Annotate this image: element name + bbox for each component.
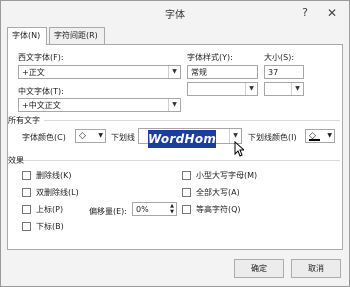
underline-label: 下划线 bbox=[111, 133, 135, 142]
font-style-label: 字体样式(Y): bbox=[187, 53, 233, 62]
help-button[interactable]: ? bbox=[296, 5, 314, 21]
chevron-down-icon[interactable]: ▼ bbox=[168, 99, 180, 111]
font-dialog: 字体 ? ✕ 字体(N) 字符间距(R) 西文字体(F): 字体样式(Y): 大… bbox=[0, 0, 350, 287]
underline-color-label: 下划线颜色(I) bbox=[248, 133, 297, 142]
chinese-font-combo[interactable]: +中文正文 ▼ bbox=[18, 98, 181, 112]
font-style-input[interactable]: 常规 bbox=[187, 65, 258, 79]
chevron-down-icon: ▼ bbox=[327, 132, 332, 139]
font-size-input[interactable]: 37 bbox=[264, 65, 304, 79]
font-color-button[interactable]: ◇ ▼ bbox=[75, 129, 106, 143]
font-style-list[interactable]: ▼ bbox=[187, 82, 258, 96]
font-color-label: 字体颜色(C) bbox=[22, 133, 66, 142]
checkbox-box[interactable] bbox=[22, 171, 31, 180]
checkbox-box[interactable] bbox=[22, 188, 31, 197]
chevron-down-icon: ▼ bbox=[98, 132, 103, 139]
checkbox-box[interactable] bbox=[182, 188, 191, 197]
font-size-value: 37 bbox=[268, 68, 279, 77]
checkbox-label: 上标(P) bbox=[36, 205, 64, 214]
offset-input[interactable]: 0% ▲ ▼ bbox=[132, 202, 177, 216]
chinese-font-label: 中文字体(T): bbox=[18, 87, 64, 96]
paint-bucket-icon: ◇ bbox=[79, 131, 86, 141]
close-button[interactable]: ✕ bbox=[323, 5, 341, 21]
checkbox-label: 双删除线(L) bbox=[36, 188, 79, 197]
font-style-value: 常规 bbox=[191, 68, 207, 77]
checkbox-label: 小型大写字母(M) bbox=[196, 171, 258, 180]
tab-character-spacing[interactable]: 字符间距(R) bbox=[49, 27, 105, 44]
all-text-divider bbox=[44, 120, 340, 121]
tab-font[interactable]: 字体(N) bbox=[7, 27, 47, 45]
checkbox-box[interactable] bbox=[182, 205, 191, 214]
ok-button[interactable]: 确定 bbox=[234, 259, 284, 278]
spin-down-icon[interactable]: ▼ bbox=[170, 209, 174, 215]
all-text-section-label: 所有文字 bbox=[8, 116, 40, 125]
cancel-button[interactable]: 取消 bbox=[291, 259, 341, 278]
checkbox-label: 全部大写(A) bbox=[196, 188, 240, 197]
checkbox-label: 等高字符(Q) bbox=[196, 205, 241, 214]
underline-color-button[interactable]: ◇ ▼ bbox=[305, 129, 335, 143]
color-swatch bbox=[309, 139, 320, 141]
western-font-label: 西文字体(F): bbox=[18, 53, 64, 62]
western-font-combo[interactable]: +正文 ▼ bbox=[18, 65, 181, 79]
title-bar: 字体 ? ✕ bbox=[1, 1, 349, 25]
font-size-label: 大小(S): bbox=[264, 53, 295, 62]
checkbox-box[interactable] bbox=[182, 171, 191, 180]
underline-style-preview[interactable]: WordHome bbox=[148, 130, 224, 148]
effects-section-label: 效果 bbox=[8, 156, 24, 165]
checkbox-label: 下标(B) bbox=[36, 222, 64, 231]
checkbox-label: 删除线(K) bbox=[36, 171, 72, 180]
chevron-down-icon[interactable]: ▼ bbox=[245, 83, 257, 95]
chevron-down-icon[interactable]: ▼ bbox=[168, 66, 180, 78]
checkbox-box[interactable] bbox=[22, 222, 31, 231]
chevron-down-icon[interactable]: ▼ bbox=[291, 83, 303, 95]
mouse-cursor-icon bbox=[234, 141, 244, 157]
chinese-font-value: +中文正文 bbox=[22, 101, 61, 110]
font-size-list[interactable]: ▼ bbox=[264, 82, 304, 96]
offset-label: 偏移量(E): bbox=[89, 207, 127, 216]
western-font-value: +正文 bbox=[22, 68, 45, 77]
checkbox-box[interactable] bbox=[22, 205, 31, 214]
effects-divider bbox=[24, 160, 340, 161]
offset-value: 0% bbox=[136, 205, 149, 214]
